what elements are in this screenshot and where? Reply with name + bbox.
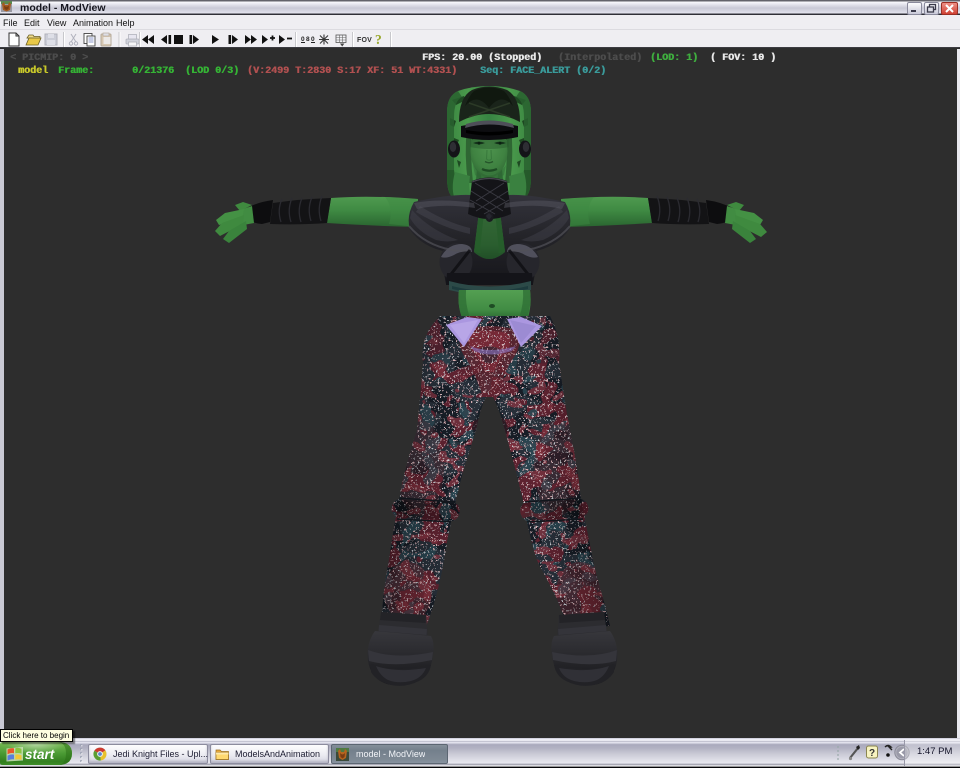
svg-text:start: start <box>25 747 55 762</box>
svg-text:8: 8 <box>306 36 310 43</box>
svg-text:?: ? <box>375 32 382 47</box>
svg-text:0: 0 <box>301 36 305 43</box>
svg-text:0: 0 <box>311 36 315 43</box>
svg-text:FOV: FOV <box>357 37 372 44</box>
svg-text:?: ? <box>869 748 875 759</box>
